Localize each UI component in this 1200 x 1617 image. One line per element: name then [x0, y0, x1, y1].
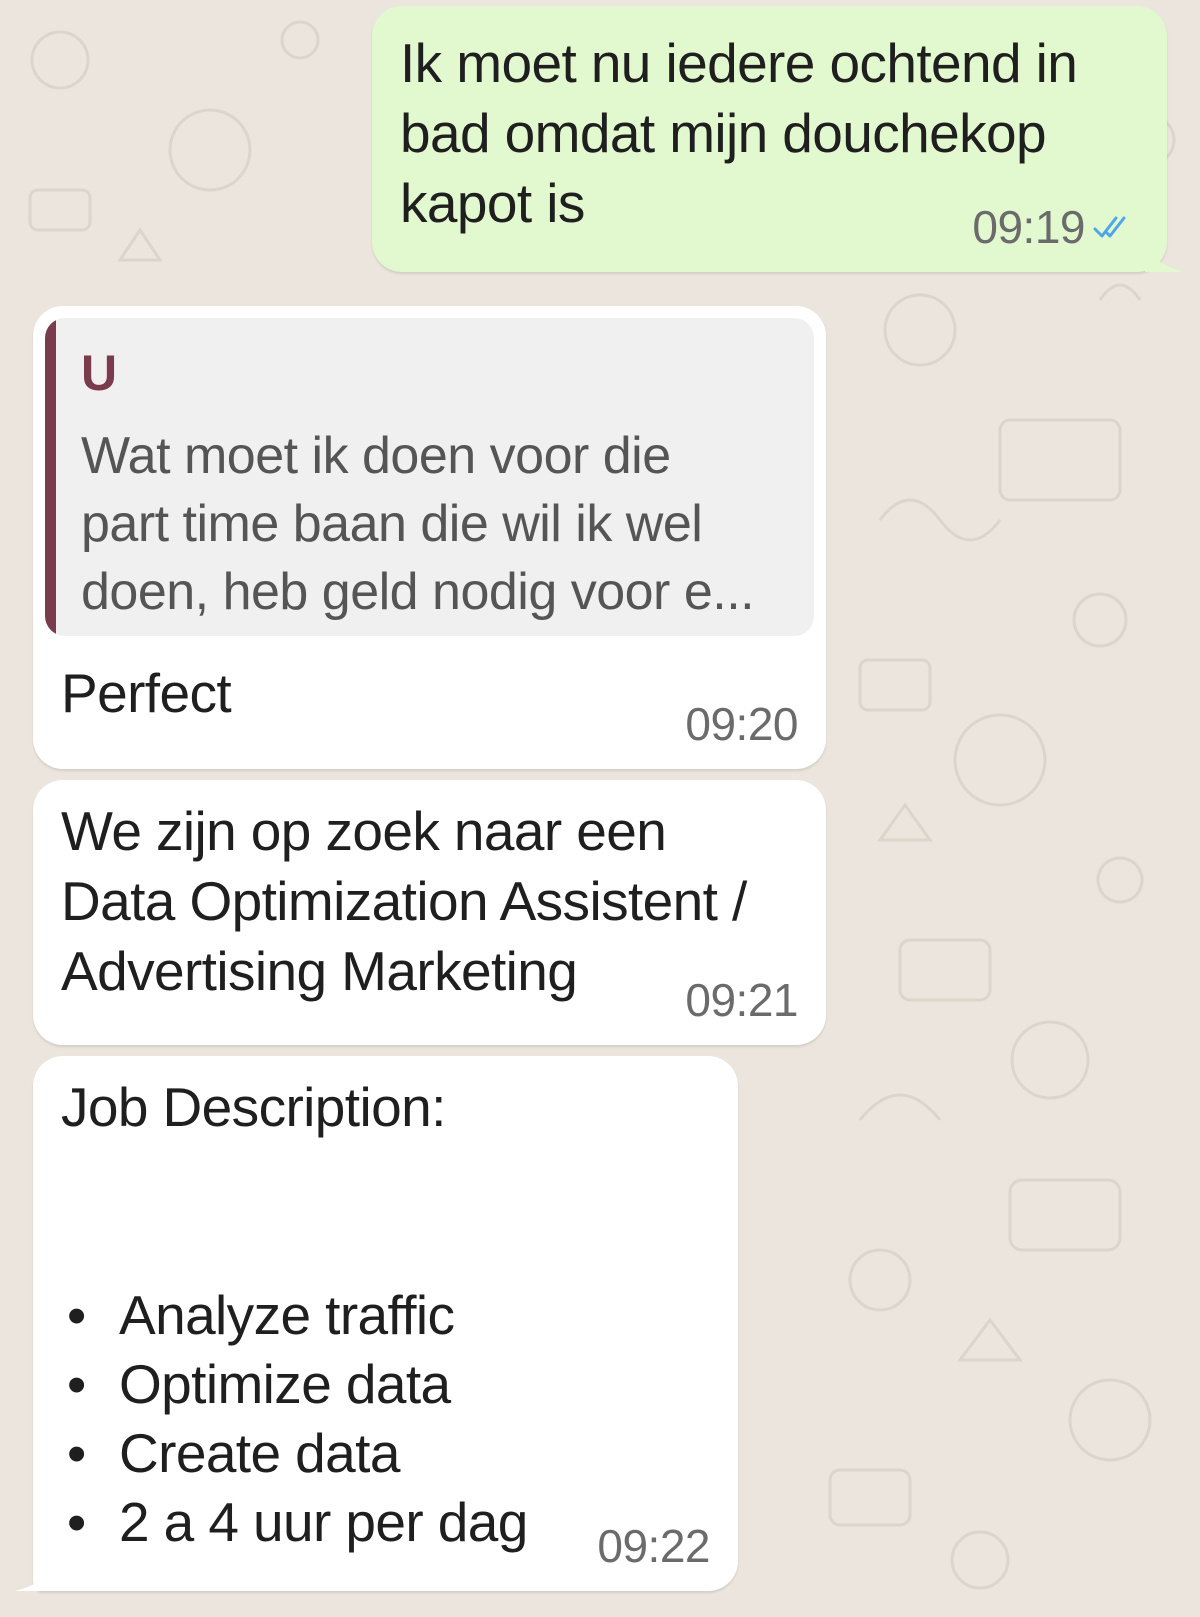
- quote-author: U: [81, 345, 118, 401]
- message-time: 09:20: [685, 698, 798, 750]
- bubble-tail: [1145, 244, 1185, 272]
- quoted-message[interactable]: U Wat moet ik doen voor die part time ba…: [45, 318, 814, 636]
- message-bubble-incoming[interactable]: U Wat moet ik doen voor die part time ba…: [33, 306, 826, 769]
- message-bubble-incoming[interactable]: We zijn op zoek naar een Data Optimizati…: [33, 780, 826, 1045]
- list-item-text: Create data: [119, 1422, 400, 1484]
- message-bubble-outgoing[interactable]: Ik moet nu iedere ochtend in bad omdat m…: [372, 6, 1185, 272]
- quote-accent-bar: [45, 318, 56, 636]
- bullet-icon: •: [67, 1491, 87, 1553]
- bullet-icon: •: [67, 1353, 87, 1415]
- list-item-text: Analyze traffic: [119, 1284, 455, 1346]
- list-item-text: 2 a 4 uur per dag: [119, 1491, 528, 1553]
- message-time: 09:21: [685, 974, 798, 1026]
- message-meta: 09:19: [972, 200, 1131, 254]
- list-item: • Optimize data: [61, 1349, 528, 1418]
- list-item: • Analyze traffic: [61, 1280, 528, 1349]
- message-text: Perfect: [61, 662, 232, 724]
- message-time: 09:22: [597, 1520, 710, 1572]
- list-item-text: Optimize data: [119, 1353, 451, 1415]
- list-item: • Create data: [61, 1418, 528, 1487]
- message-meta: 09:22: [597, 1519, 710, 1573]
- double-check-icon: [1093, 214, 1131, 240]
- bullet-icon: •: [67, 1284, 87, 1346]
- bubble-tail: [15, 1563, 55, 1591]
- bullet-icon: •: [67, 1422, 87, 1484]
- quote-text: Wat moet ik doen voor die part time baan…: [81, 427, 755, 621]
- message-meta: 09:20: [685, 697, 798, 751]
- message-time: 09:19: [972, 201, 1085, 253]
- message-title: Job Description:: [61, 1076, 446, 1138]
- chat-message-list[interactable]: Ik moet nu iedere ochtend in bad omdat m…: [0, 0, 1200, 1617]
- message-meta: 09:21: [685, 973, 798, 1027]
- message-bubble-incoming[interactable]: Job Description: • Analyze traffic • Opt…: [15, 1056, 738, 1591]
- bullet-list: • Analyze traffic • Optimize data • Crea…: [61, 1280, 528, 1556]
- list-item: • 2 a 4 uur per dag: [61, 1487, 528, 1556]
